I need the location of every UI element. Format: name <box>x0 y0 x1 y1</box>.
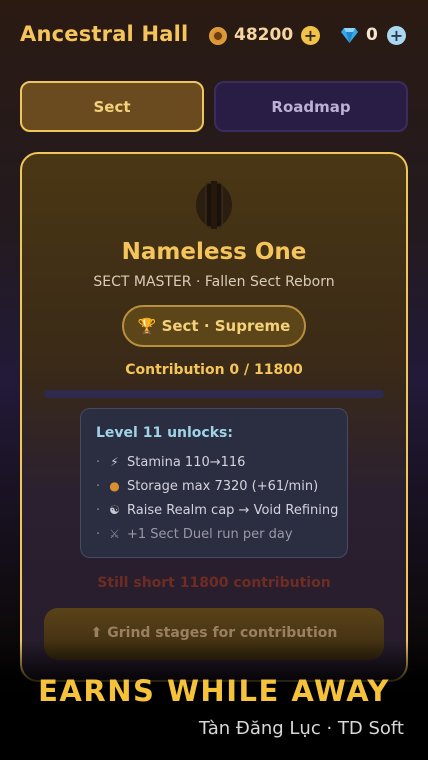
unlock-item: · ⚔ +1 Sect Duel run per day <box>96 527 293 547</box>
bullet: · <box>96 455 101 470</box>
unlock-text: Raise Realm cap → Void Refining <box>127 503 339 518</box>
gem-balance: 0 <box>366 25 378 45</box>
bullet: · <box>96 503 101 518</box>
master-name: Nameless One <box>121 239 307 265</box>
rank-badge[interactable]: 🏆 Sect · Supreme <box>122 305 306 347</box>
unlock-text: Storage max 7320 (+61/min) <box>127 479 319 494</box>
rank-label: Sect · Supreme <box>161 317 291 335</box>
unlocks-title: Level 11 unlocks: <box>96 425 233 441</box>
bullet: · <box>96 527 101 542</box>
unlock-item: · ● Storage max 7320 (+61/min) <box>96 479 318 499</box>
crossed-swords-icon: ⚔ <box>109 527 120 541</box>
contribution-progress-bar <box>44 390 384 398</box>
coin-balance: 48200 <box>234 25 294 45</box>
add-coins-button[interactable]: + <box>301 26 320 45</box>
unlock-item: · ⚡ Stamina 110→116 <box>96 455 245 475</box>
bullet: · <box>96 479 101 494</box>
unlock-item: · ☯ Raise Realm cap → Void Refining <box>96 503 338 523</box>
promo-banner: EARNS WHILE AWAY <box>38 674 390 708</box>
master-subtitle: SECT MASTER · Fallen Sect Reborn <box>93 274 335 290</box>
tab-roadmap[interactable]: Roadmap <box>214 81 408 132</box>
contribution-label: Contribution 0 / 11800 <box>125 362 303 378</box>
gem-icon <box>341 28 358 43</box>
coin-icon <box>209 27 227 45</box>
yin-yang-icon: ☯ <box>109 503 120 517</box>
trophy-icon: 🏆 <box>137 317 157 335</box>
lightning-icon: ⚡ <box>110 455 119 469</box>
coin-icon: ● <box>109 479 120 493</box>
add-gems-button[interactable]: + <box>387 26 406 45</box>
unlock-text: +1 Sect Duel run per day <box>127 527 293 542</box>
promo-credit: Tàn Đăng Lục · TD Soft <box>198 718 404 739</box>
page-title: Ancestral Hall <box>20 22 189 46</box>
sect-emblem-icon <box>196 181 232 229</box>
shortfall-message: Still short 11800 contribution <box>97 575 331 591</box>
unlock-text: Stamina 110→116 <box>127 455 246 470</box>
tab-sect[interactable]: Sect <box>20 81 204 132</box>
